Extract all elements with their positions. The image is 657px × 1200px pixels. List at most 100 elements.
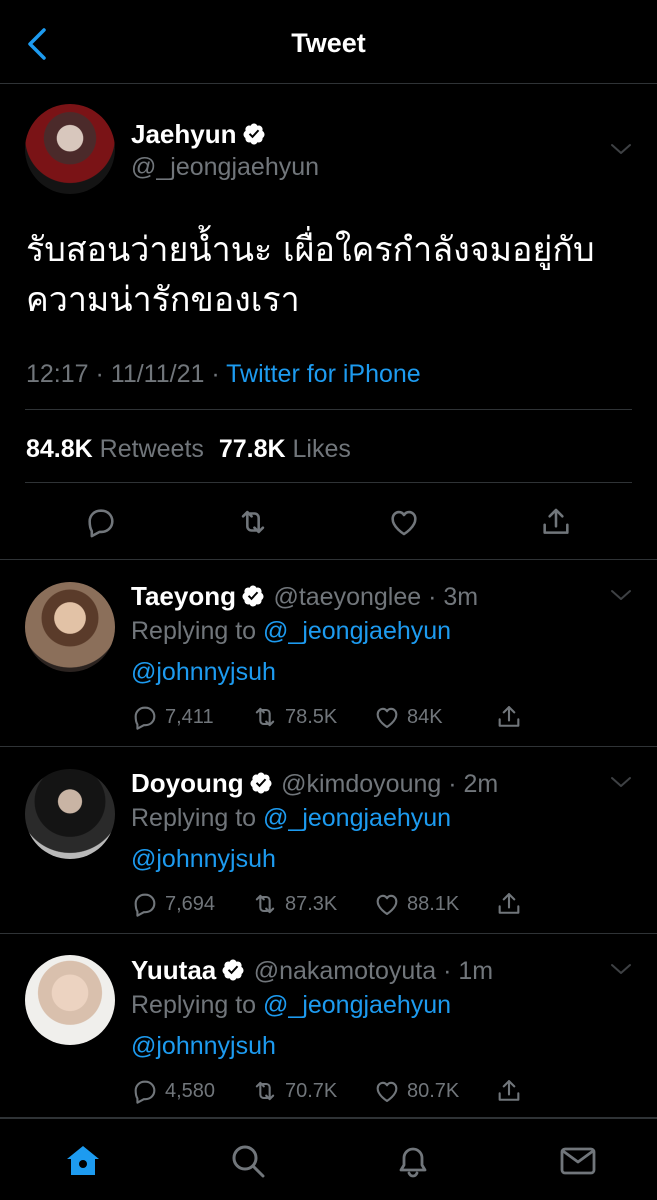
replying-to-handle[interactable]: @_jeongjaehyun	[263, 991, 451, 1019]
reply-tweet[interactable]: Taeyong @taeyonglee · 3m Replying to @_j…	[0, 561, 657, 747]
reply-count: 4,580	[165, 1079, 216, 1102]
author-handle[interactable]: @_jeongjaehyun	[131, 153, 319, 182]
heart-icon	[373, 703, 401, 731]
retweet-count: 70.7K	[285, 1079, 338, 1102]
verified-badge-icon	[249, 771, 273, 795]
reply-header: Yuutaa @nakamotoyuta · 1m	[131, 955, 493, 986]
messages-icon[interactable]	[558, 1141, 598, 1181]
verified-badge-icon	[221, 958, 245, 982]
replying-to: Replying to @_jeongjaehyun	[131, 804, 451, 833]
replying-to-handle[interactable]: @_jeongjaehyun	[263, 617, 451, 645]
retweet-stat[interactable]: 84.8K Retweets	[26, 435, 204, 463]
heart-icon	[373, 1077, 401, 1105]
author-name[interactable]: Taeyong	[131, 581, 236, 611]
reply-tweet[interactable]: Yuutaa @nakamotoyuta · 1m Replying to @_…	[0, 935, 657, 1118]
like-stat[interactable]: 77.8K Likes	[219, 435, 351, 463]
reply-icon[interactable]	[84, 505, 118, 539]
notifications-icon[interactable]	[393, 1141, 433, 1181]
reply-icon	[131, 1077, 159, 1105]
mention-link[interactable]: @johnnyjsuh	[131, 658, 276, 687]
divider	[25, 409, 632, 410]
replying-to-label: Replying to	[131, 804, 257, 832]
share-icon	[495, 1077, 523, 1105]
chevron-down-icon[interactable]	[609, 587, 633, 603]
retweet-action[interactable]: 87.3K	[251, 888, 337, 920]
retweet-icon	[251, 703, 279, 731]
like-stat-label: Likes	[292, 435, 351, 463]
share-icon	[495, 890, 523, 918]
share-icon[interactable]	[539, 505, 573, 539]
like-action[interactable]: 80.7K	[373, 1075, 459, 1107]
share-action[interactable]	[495, 1075, 529, 1107]
share-action[interactable]	[495, 701, 529, 733]
chevron-down-icon[interactable]	[609, 774, 633, 790]
author-handle[interactable]: @nakamotoyuta	[254, 957, 436, 985]
retweet-icon	[251, 1077, 279, 1105]
bottom-tab-bar	[0, 1118, 657, 1200]
tweet-stats: 84.8K Retweets 77.8K Likes	[26, 435, 351, 464]
divider	[25, 482, 632, 483]
reply-icon	[131, 703, 159, 731]
replying-to-label: Replying to	[131, 991, 257, 1019]
replying-to: Replying to @_jeongjaehyun	[131, 991, 451, 1020]
reply-actions: 4,580 70.7K 80.7K	[131, 1075, 551, 1107]
like-count: 88.1K	[407, 892, 460, 915]
author-name-row[interactable]: Jaehyun	[131, 119, 266, 150]
reply-time: 3m	[443, 583, 479, 611]
reply-action[interactable]: 7,411	[131, 701, 214, 733]
search-icon[interactable]	[228, 1141, 268, 1181]
author-handle[interactable]: @taeyonglee	[273, 583, 421, 611]
dot-separator: ·	[421, 583, 444, 611]
share-action[interactable]	[495, 888, 529, 920]
author-handle[interactable]: @kimdoyoung	[281, 770, 441, 798]
author-name[interactable]: Yuutaa	[131, 955, 216, 985]
tweet-source-link[interactable]: Twitter for iPhone	[226, 360, 421, 388]
tweet-text-line-2: ความน่ารักของเรา	[26, 280, 300, 320]
tweet-meta: 12:17 · 11/11/21 · Twitter for iPhone	[26, 360, 421, 389]
verified-badge-icon	[241, 584, 265, 608]
replying-to-handle[interactable]: @_jeongjaehyun	[263, 804, 451, 832]
chevron-down-icon[interactable]	[609, 141, 633, 157]
retweet-action[interactable]: 70.7K	[251, 1075, 337, 1107]
home-icon[interactable]	[63, 1141, 103, 1181]
reply-actions: 7,411 78.5K 84K	[131, 701, 551, 733]
author-name[interactable]: Doyoung	[131, 768, 244, 798]
chevron-down-icon[interactable]	[609, 961, 633, 977]
reply-count: 7,694	[165, 892, 216, 915]
page-title: Tweet	[291, 28, 366, 58]
retweet-action[interactable]: 78.5K	[251, 701, 337, 733]
reply-count: 7,411	[165, 705, 214, 728]
retweet-stat-label: Retweets	[99, 435, 204, 463]
dot-separator: ·	[441, 770, 464, 798]
replying-to-label: Replying to	[131, 617, 257, 645]
reply-action[interactable]: 4,580	[131, 1075, 215, 1107]
avatar[interactable]	[25, 104, 115, 194]
author-name[interactable]: Jaehyun	[131, 119, 237, 149]
heart-icon[interactable]	[387, 505, 421, 539]
tweet-text-line-1: รับสอนว่ายน้ำนะ เผื่อใครกำลังจมอยู่กับ	[26, 230, 595, 270]
main-tweet: Jaehyun @_jeongjaehyun รับสอนว่ายน้ำนะ เ…	[0, 85, 657, 560]
retweet-count: 87.3K	[285, 892, 338, 915]
retweet-icon	[251, 890, 279, 918]
reply-icon	[131, 890, 159, 918]
like-count: 84K	[407, 705, 443, 728]
retweet-count: 84.8K	[26, 435, 93, 463]
like-action[interactable]: 84K	[373, 701, 443, 733]
reply-tweet[interactable]: Doyoung @kimdoyoung · 2m Replying to @_j…	[0, 748, 657, 934]
avatar[interactable]	[25, 582, 115, 672]
retweet-icon[interactable]	[236, 505, 270, 539]
reply-header: Doyoung @kimdoyoung · 2m	[131, 768, 498, 799]
mention-link[interactable]: @johnnyjsuh	[131, 845, 276, 874]
avatar[interactable]	[25, 955, 115, 1045]
like-count: 80.7K	[407, 1079, 460, 1102]
like-count: 77.8K	[218, 435, 286, 463]
replying-to: Replying to @_jeongjaehyun	[131, 617, 451, 646]
avatar[interactable]	[25, 769, 115, 859]
like-action[interactable]: 88.1K	[373, 888, 459, 920]
share-icon	[495, 703, 523, 731]
tweet-text: รับสอนว่ายน้ำนะ เผื่อใครกำลังจมอยู่กับ ค…	[26, 225, 636, 325]
reply-action[interactable]: 7,694	[131, 888, 215, 920]
reply-time: 2m	[463, 770, 499, 798]
mention-link[interactable]: @johnnyjsuh	[131, 1032, 276, 1061]
top-bar: Tweet	[0, 0, 657, 84]
